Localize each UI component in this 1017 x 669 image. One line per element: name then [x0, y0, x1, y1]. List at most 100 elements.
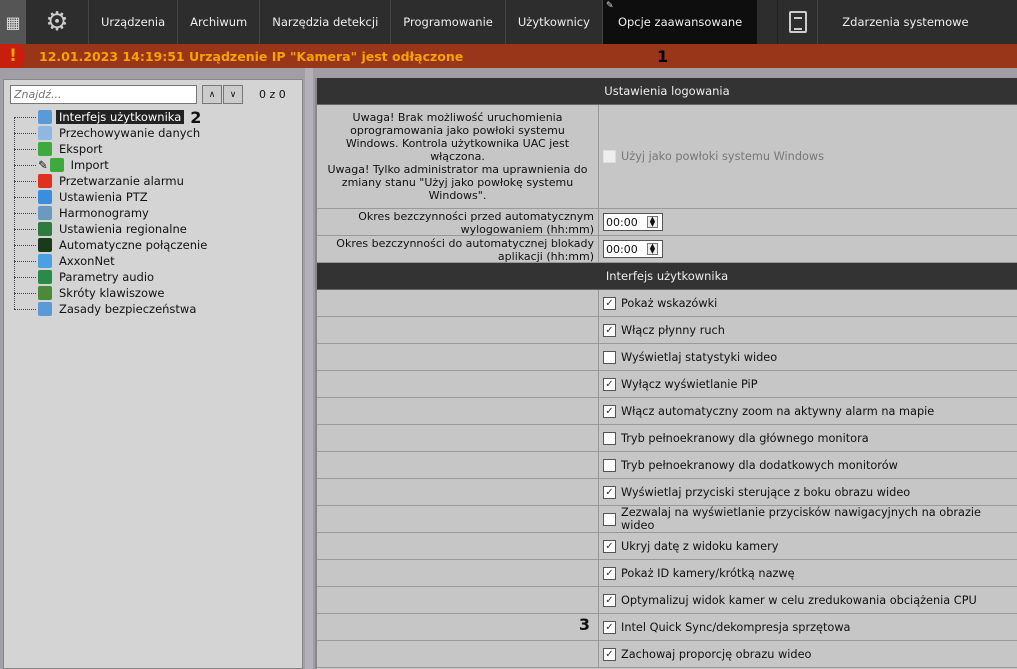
tree-item[interactable]: Skróty klawiszowe — [14, 285, 210, 301]
document-icon — [788, 11, 807, 33]
annotation-1: 1 — [657, 47, 669, 66]
tree-item[interactable]: Ustawienia PTZ — [14, 189, 210, 205]
checkbox[interactable]: ✓ — [603, 296, 616, 310]
tree-item[interactable]: Interfejs użytkownika 2 — [14, 107, 210, 127]
item-icon — [38, 222, 52, 236]
tab-users[interactable]: Użytkownicy — [504, 0, 602, 44]
option-label: Ukryj datę z widoku kamery — [621, 539, 779, 553]
tree-item[interactable]: Zasady bezpieczeństwa — [14, 301, 210, 317]
checkbox[interactable] — [603, 150, 616, 163]
lock-time-input[interactable]: 00:00 ▲ ▼ — [603, 240, 663, 258]
tab-advanced-options[interactable]: ✎ Opcje zaawansowane — [601, 0, 758, 44]
tree-item[interactable]: ✎ Import — [14, 157, 210, 173]
search-input[interactable] — [10, 85, 197, 104]
option-label: Tryb pełnoekranowy dla dodatkowych monit… — [621, 458, 898, 472]
option-row: Tryb pełnoekranowy dla głównego monitora — [317, 425, 1017, 452]
tab-archive[interactable]: Archiwum — [177, 0, 259, 44]
option-row: ✓ Pokaż wskazówki — [317, 290, 1017, 317]
settings-tree-panel: ∧ ∨ 0 z 0 Interfejs użytkownika 2Przechow… — [3, 79, 303, 669]
tree-item[interactable]: AxxonNet — [14, 253, 210, 269]
uac-warning: Uwaga! Brak możliwość uruchomienia oprog… — [317, 105, 599, 208]
item-icon — [49, 158, 64, 172]
tree-item[interactable]: Harmonogramy — [14, 205, 210, 221]
item-icon — [38, 190, 52, 204]
item-icon — [38, 302, 52, 316]
alert-bar[interactable]: ! 12.01.2023 14:19:51 Urządzenie IP "Kam… — [0, 44, 1017, 68]
option-label: Pokaż wskazówki — [621, 296, 718, 310]
annotation-2: 2 — [190, 107, 202, 127]
logout-time-input[interactable]: 00:00 ▲ ▼ — [603, 213, 663, 231]
checkbox[interactable] — [603, 350, 616, 364]
checkbox[interactable] — [603, 512, 616, 526]
layouts-button[interactable]: ▦ — [0, 0, 26, 44]
option-label: Intel Quick Sync/dekompresja sprzętowa — [621, 620, 851, 634]
pencil-icon: ✎ — [605, 1, 614, 11]
checkbox[interactable]: ✓ — [603, 620, 616, 634]
tree-item-label: Harmonogramy — [59, 206, 149, 220]
item-icon — [38, 206, 52, 220]
settings-tree: Interfejs użytkownika 2 Przechowywanie dan… — [14, 107, 210, 317]
tree-item[interactable]: Parametry audio — [14, 269, 210, 285]
lock-label: Okres bezczynności do automatycznej blok… — [317, 236, 599, 263]
shell-option: Użyj jako powłoki systemu Windows — [599, 105, 1017, 208]
option-row: ✓ Wyłącz wyświetlanie PiP — [317, 371, 1017, 398]
tree-item[interactable]: Przetwarzanie alarmu — [14, 173, 210, 189]
option-row: ✓ Optymalizuj widok kamer w celu zredukow… — [317, 587, 1017, 614]
grid-icon: ▦ — [5, 12, 21, 32]
option-row: ✓ Pokaż ID kamery/krótką nazwę — [317, 560, 1017, 587]
tree-item-label: Ustawienia regionalne — [59, 222, 187, 236]
tab-detection-tools[interactable]: Narzędzia detekcji — [259, 0, 390, 44]
item-icon — [38, 174, 52, 188]
tab-label: Opcje zaawansowane — [617, 15, 743, 29]
search-prev-button[interactable]: ∧ — [202, 85, 222, 104]
tree-item[interactable]: Przechowywanie danych — [14, 125, 210, 141]
spin-buttons[interactable]: ▲ ▼ — [647, 216, 658, 228]
checkbox[interactable]: ✓ — [603, 593, 616, 607]
search-count: 0 z 0 — [259, 88, 286, 101]
checkbox[interactable]: ✓ — [603, 404, 616, 418]
item-icon — [38, 126, 52, 140]
tab-system-events[interactable]: Zdarzenia systemowe — [817, 0, 992, 44]
warning-icon: ! — [0, 44, 26, 68]
option-label: Użyj jako powłoki systemu Windows — [621, 150, 825, 163]
events-icon-button[interactable] — [777, 0, 817, 44]
checkbox[interactable]: ✓ — [603, 539, 616, 553]
tree-item-label: Przetwarzanie alarmu — [59, 174, 184, 188]
value: 00:00 — [606, 242, 638, 256]
tab-devices[interactable]: Urządzenia — [88, 0, 177, 44]
item-icon — [38, 254, 52, 268]
option-label: Tryb pełnoekranowy dla głównego monitora — [621, 431, 869, 445]
settings-button[interactable]: ⚙ — [26, 0, 88, 44]
checkbox[interactable]: ✓ — [603, 647, 616, 661]
option-label: Wyświetlaj przyciski sterujące z boku ob… — [621, 485, 911, 499]
tree-item[interactable]: Eksport — [14, 141, 210, 157]
gear-icon: ⚙ — [45, 7, 69, 37]
logout-label: Okres bezczynności przed automatycznym w… — [317, 209, 599, 236]
tree-item-label: Ustawienia PTZ — [59, 190, 148, 204]
checkbox[interactable]: ✓ — [603, 323, 616, 337]
checkbox[interactable] — [603, 458, 616, 472]
tree-item[interactable]: Automatyczne połączenie — [14, 237, 210, 253]
checkbox[interactable]: ✓ — [603, 485, 616, 499]
tree-item-label: Eksport — [59, 142, 103, 156]
option-label: Optymalizuj widok kamer w celu zredukowa… — [621, 593, 977, 607]
spin-buttons[interactable]: ▲ ▼ — [647, 243, 658, 255]
tree-item[interactable]: Ustawienia regionalne — [14, 221, 210, 237]
tree-item-label: Zasady bezpieczeństwa — [59, 302, 197, 316]
checkbox[interactable]: ✓ — [603, 377, 616, 391]
option-label: Włącz automatyczny zoom na aktywny alarm… — [621, 404, 935, 418]
option-row: ✓ Włącz płynny ruch — [317, 317, 1017, 344]
splitter[interactable] — [305, 68, 313, 669]
option-label: Włącz płynny ruch — [621, 323, 725, 337]
annotation-3: 3 — [578, 615, 590, 634]
option-label: Zachowaj proporcję obrazu wideo — [621, 647, 812, 661]
checkbox[interactable] — [603, 431, 616, 445]
item-icon — [38, 110, 52, 124]
top-nav: ▦ ⚙ Urządzenia Archiwum Narzędzia detekc… — [0, 0, 1017, 44]
search-next-button[interactable]: ∨ — [223, 85, 243, 104]
item-icon — [38, 270, 52, 284]
checkbox[interactable]: ✓ — [603, 566, 616, 580]
tree-item-label: Import — [70, 158, 109, 172]
option-label: Wyświetlaj statystyki wideo — [621, 350, 778, 364]
tab-programming[interactable]: Programowanie — [390, 0, 505, 44]
